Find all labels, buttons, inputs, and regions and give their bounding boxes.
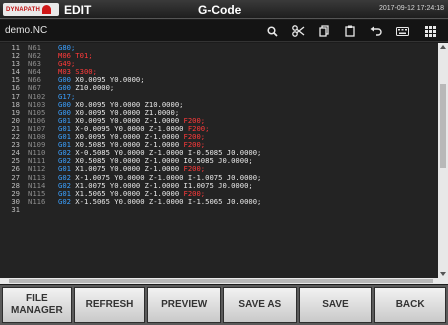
refresh-button[interactable]: REFRESH [73,287,146,323]
cut-icon[interactable] [288,22,308,40]
paste-icon[interactable] [340,22,360,40]
file-name: demo.NC [5,25,48,36]
bottom-button-bar: FILE MANAGER REFRESH PREVIEW SAVE AS SAV… [0,285,448,325]
save-as-button[interactable]: SAVE AS [223,287,297,323]
save-button[interactable]: SAVE [298,287,373,323]
code-line[interactable]: 31 [0,204,436,214]
logo-mark-icon [42,5,52,14]
page-title: G-Code [198,3,242,17]
undo-icon[interactable] [366,22,386,40]
scroll-down-icon[interactable] [440,272,446,276]
logo-text: DYNAPATH [6,6,41,13]
vertical-scrollbar[interactable] [438,43,448,278]
top-status-bar: DYNAPATH EDIT G-Code 2017-09-12 17:24:18 [0,0,448,19]
scroll-up-icon[interactable] [440,45,446,49]
search-icon[interactable] [262,22,282,40]
keyboard-icon[interactable] [392,22,412,40]
code-token: G02 [58,196,71,206]
file-toolbar: demo.NC [0,20,448,42]
preview-button[interactable]: PREVIEW [147,287,221,323]
vertical-scroll-thumb[interactable] [440,84,446,168]
code-lines[interactable]: 11 N61 G80; 12 N62 M06 T01; 13 N63 G49; 14 N64 M03 … [0,43,436,214]
file-manager-button[interactable]: FILE MANAGER [2,287,72,323]
horizontal-scrollbar[interactable] [0,278,448,284]
code-line[interactable]: 30 N116 G02 X-1.5065 Y0.0000 Z-1.0000 I-1.… [0,196,436,206]
dynapath-logo: DYNAPATH [3,3,59,16]
back-button[interactable]: BACK [374,287,446,323]
code-token: X-1.5065 Y0.0000 Z-1.0000 I-1.5065 J0.00… [70,196,262,206]
datetime-display: 2017-09-12 17:24:18 [379,5,444,12]
code-token: Z10.0000; [70,83,115,93]
line-number: 31 [11,204,20,214]
block-number: N116 [28,196,46,206]
mode-label: EDIT [64,3,92,17]
horizontal-scroll-thumb[interactable] [9,279,433,283]
copy-icon[interactable] [314,22,334,40]
grid-menu-icon[interactable] [420,22,440,40]
code-editor[interactable]: 11 N61 G80; 12 N62 M06 T01; 13 N63 G49; 14 N64 M03 … [0,43,448,278]
